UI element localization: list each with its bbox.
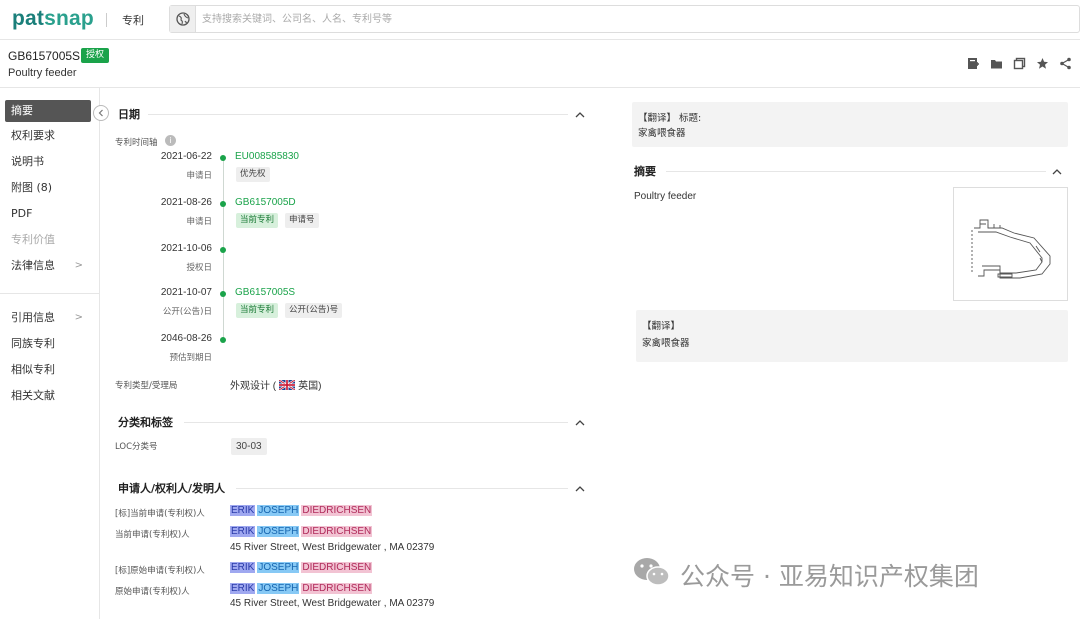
timeline-label: 专利时间轴 [115, 138, 158, 148]
timeline-date-type: 预估到期日 [169, 353, 212, 363]
search-box [169, 5, 1080, 33]
publication-number: GB6157005S [8, 49, 81, 63]
sidebar: 摘要 权利要求 说明书 附图 (8) PDF 专利价值 法律信息 > 引用信息 > … [0, 88, 100, 619]
watermark-text: 公众号 · 亚易知识产权集团 [680, 562, 979, 591]
timeline-patent-number[interactable]: GB6157005S [235, 287, 295, 298]
timeline-date: 2021-06-22 [160, 151, 212, 162]
applicant-label: [标]原始申请(专利权)人 [115, 566, 205, 576]
translate-title-line: 【翻译】 标题: [638, 113, 702, 124]
sidebar-item-family[interactable]: 同族专利 [5, 333, 91, 355]
loc-class-label: LOC分类号 [115, 442, 158, 452]
timeline-patent-number[interactable]: EU008585830 [235, 151, 299, 162]
export-icon[interactable] [966, 56, 980, 70]
abstract-drawing[interactable] [953, 187, 1068, 301]
tag-priority: 优先权 [236, 167, 270, 182]
share-icon[interactable] [1058, 56, 1072, 70]
sidebar-item-pdf[interactable]: PDF [5, 203, 91, 225]
status-badge: 授权 [81, 48, 110, 63]
sidebar-item-similar[interactable]: 相似专利 [5, 359, 91, 381]
patsnap-logo[interactable]: patsnap [12, 7, 94, 31]
chevron-up-icon[interactable] [1050, 164, 1064, 178]
applicant-name[interactable]: ERIK JOSEPH DIEDRICHSEN [230, 562, 373, 573]
folder-icon[interactable] [989, 56, 1003, 70]
timeline-dot [220, 247, 226, 253]
timeline-dot [220, 201, 226, 207]
timeline-date-type: 公开(公告)日 [162, 307, 212, 317]
collapse-sidebar-button[interactable] [93, 105, 109, 121]
section-classification-heading: 分类和标签 [118, 416, 173, 429]
section-divider [184, 422, 568, 423]
timeline-date: 2046-08-26 [160, 333, 212, 344]
top-bar: patsnap 专利 [0, 0, 1080, 40]
sidebar-item-drawings[interactable]: 附图 (8) [5, 177, 91, 199]
search-input[interactable] [202, 10, 1062, 28]
timeline-patent-number[interactable]: GB6157005D [235, 197, 296, 208]
tag-current-patent: 当前专利 [236, 213, 279, 228]
timeline-date-type: 申请日 [186, 217, 212, 227]
info-icon[interactable]: i [165, 135, 176, 146]
sidebar-item-claims[interactable]: 权利要求 [5, 125, 91, 147]
translated-title-panel: 【翻译】 标题: 家禽喂食器 [632, 102, 1068, 147]
globe-icon[interactable] [170, 6, 196, 32]
sidebar-item-patent-value: 专利价值 [11, 233, 55, 246]
section-dates-heading: 日期 [118, 108, 140, 121]
applicant-name[interactable]: ERIK JOSEPH DIEDRICHSEN [230, 526, 373, 537]
applicant-label: 原始申请(专利权)人 [115, 587, 190, 597]
timeline-date: 2021-10-06 [160, 243, 212, 254]
uk-flag-icon [279, 379, 296, 390]
section-abstract-heading: 摘要 [634, 165, 656, 178]
copy-icon[interactable] [1012, 56, 1026, 70]
timeline-dot [220, 291, 226, 297]
patent-type-value: 外观设计 ( 英国) [230, 379, 322, 392]
section-divider [236, 488, 568, 489]
applicant-address: 45 River Street, West Bridgewater , MA 0… [230, 598, 435, 609]
chevron-up-icon[interactable] [573, 481, 587, 495]
applicant-name[interactable]: ERIK JOSEPH DIEDRICHSEN [230, 505, 373, 516]
loc-class-value[interactable]: 30-03 [231, 438, 267, 455]
chevron-right-icon: > [74, 260, 83, 271]
sidebar-item-related-docs[interactable]: 相关文献 [5, 385, 91, 407]
applicant-label: 当前申请(专利权)人 [115, 530, 190, 540]
tag-application-number: 申请号 [285, 213, 319, 228]
section-applicants-heading: 申请人/权利人/发明人 [118, 482, 226, 495]
sidebar-item-abstract[interactable]: 摘要 [5, 100, 91, 122]
translated-abstract-panel: 【翻译】 家禽喂食器 [636, 310, 1068, 362]
patent-type-label: 专利类型/受理局 [115, 381, 178, 391]
chevron-up-icon[interactable] [573, 415, 587, 429]
applicant-name[interactable]: ERIK JOSEPH DIEDRICHSEN [230, 583, 373, 594]
translated-abstract: 家禽喂食器 [642, 338, 690, 349]
tag-current-patent: 当前专利 [236, 303, 279, 318]
timeline-date: 2021-08-26 [160, 197, 212, 208]
patent-header: GB6157005S 授权 Poultry feeder [0, 40, 1080, 88]
timeline-date-type: 授权日 [186, 263, 212, 273]
patent-title: Poultry feeder [8, 67, 77, 79]
applicant-label: [标]当前申请(专利权)人 [115, 509, 205, 519]
sidebar-item-description[interactable]: 说明书 [5, 151, 91, 173]
chevron-up-icon[interactable] [573, 107, 587, 121]
section-divider [666, 171, 1046, 172]
header-actions [966, 56, 1072, 70]
abstract-text: Poultry feeder [634, 191, 697, 202]
timeline-date: 2021-10-07 [160, 287, 212, 298]
star-icon[interactable] [1035, 56, 1049, 70]
divider [106, 13, 107, 27]
section-divider [148, 114, 568, 115]
translate-tag: 【翻译】 [642, 321, 681, 332]
applicant-address: 45 River Street, West Bridgewater , MA 0… [230, 542, 435, 553]
sidebar-item-citations[interactable]: 引用信息 > [5, 307, 91, 329]
sidebar-item-legal-info[interactable]: 法律信息 > [5, 255, 91, 277]
translated-title: 家禽喂食器 [638, 128, 686, 139]
watermark: 公众号 · 亚易知识产权集团 [632, 556, 979, 594]
sidebar-divider [0, 293, 99, 294]
timeline-dot [220, 337, 226, 343]
tag-publication-number: 公开(公告)号 [285, 303, 343, 318]
timeline-date-type: 申请日 [186, 171, 212, 181]
wechat-icon [632, 556, 672, 594]
nav-patent[interactable]: 专利 [122, 12, 144, 28]
timeline-dot [220, 155, 226, 161]
chevron-right-icon: > [74, 312, 83, 323]
